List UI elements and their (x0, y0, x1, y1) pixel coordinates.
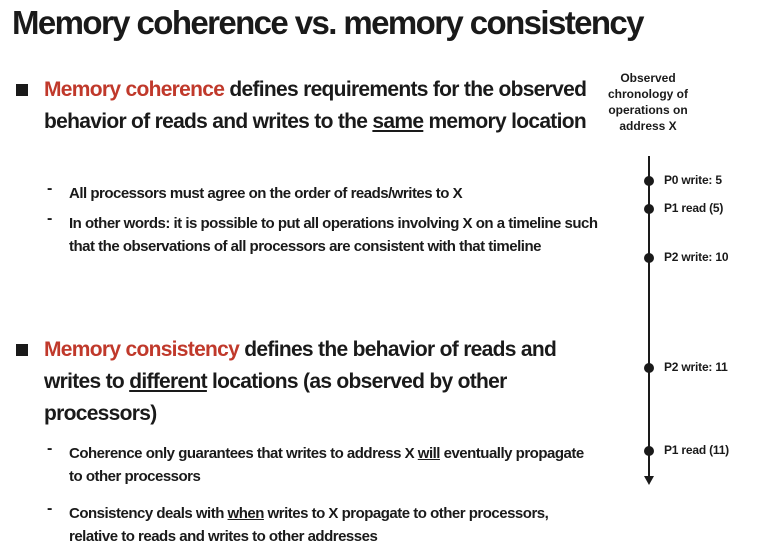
coherence-definition: Memory coherence defines requirements fo… (44, 74, 604, 138)
timeline-dot-icon (644, 253, 654, 263)
timeline-event-label: P1 read (11) (664, 443, 729, 457)
dash-marker: - (47, 500, 53, 517)
consistency-sub-1-a: Coherence only guarantees that writes to… (69, 445, 418, 462)
timeline-event-label: P0 write: 5 (664, 173, 722, 187)
consistency-term: Memory consistency (44, 338, 240, 361)
timeline-dot-icon (644, 176, 654, 186)
consistency-sub-2-a: Consistency deals with (69, 505, 228, 522)
dash-marker: - (47, 210, 53, 227)
coherence-sub-2: In other words: it is possible to put al… (69, 215, 598, 255)
timeline-event-label: P1 read (5) (664, 201, 724, 215)
timeline-arrow-icon (644, 476, 654, 485)
timeline-heading: Observed chronology of operations on add… (608, 71, 688, 133)
consistency-definition: Memory consistency defines the behavior … (44, 334, 604, 430)
dash-marker: - (47, 180, 53, 197)
consistency-sub-1-underlined: will (417, 445, 441, 462)
timeline-event-label: P2 write: 11 (664, 360, 728, 374)
consistency-sub-1: Coherence only guarantees that writes to… (69, 442, 599, 488)
timeline-dot-icon (644, 446, 654, 456)
timeline-dot-icon (644, 204, 654, 214)
dash-marker: - (47, 440, 53, 457)
bullet-square-icon (16, 84, 28, 96)
coherence-term: Memory coherence (44, 78, 225, 101)
coherence-sub-1: All processors must agree on the order o… (69, 185, 463, 202)
slide-title: Memory coherence vs. memory consistency (12, 4, 645, 41)
timeline-dot-icon (644, 363, 654, 373)
bullet-square-icon (16, 344, 28, 356)
consistency-sub-2-underlined: when (227, 505, 265, 522)
coherence-underlined: same (372, 110, 424, 133)
consistency-sub-2: Consistency deals with when writes to X … (69, 502, 599, 548)
consistency-underlined: different (129, 370, 207, 393)
timeline-event-label: P2 write: 10 (664, 250, 729, 264)
coherence-text-b: memory location (423, 110, 586, 133)
